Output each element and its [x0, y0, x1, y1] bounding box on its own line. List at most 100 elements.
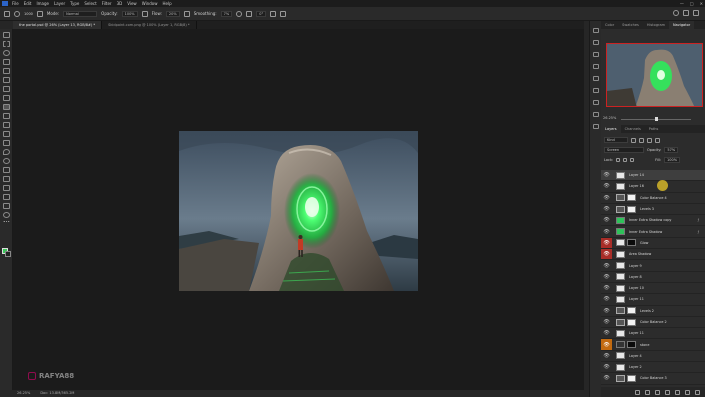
- layer-thumbnail[interactable]: [616, 205, 625, 213]
- new-group-icon[interactable]: [675, 389, 680, 395]
- shape-filter-icon[interactable]: [655, 137, 660, 143]
- layer-mask-thumbnail[interactable]: [627, 239, 636, 247]
- blur-tool-icon[interactable]: [2, 149, 10, 155]
- layer-fill-field[interactable]: 100%: [664, 157, 681, 163]
- visibility-eye-icon[interactable]: 👁: [601, 328, 612, 338]
- visibility-eye-icon[interactable]: 👁: [601, 362, 612, 372]
- adjustment-filter-icon[interactable]: [639, 137, 644, 143]
- menu-type[interactable]: Type: [70, 0, 79, 7]
- visibility-eye-icon[interactable]: 👁: [601, 260, 612, 270]
- layer-thumbnail[interactable]: [616, 250, 625, 258]
- layer-thumbnail[interactable]: [616, 318, 625, 326]
- share-icon[interactable]: [693, 10, 699, 16]
- play-actions-icon[interactable]: [592, 40, 599, 45]
- history-brush-tool-icon[interactable]: [2, 122, 10, 128]
- new-layer-icon[interactable]: [685, 389, 690, 395]
- zoom-slider-handle[interactable]: [655, 117, 658, 121]
- layer-name[interactable]: Layer 10: [629, 286, 644, 290]
- tab-histogram[interactable]: Histogram: [643, 21, 669, 29]
- tab-layers[interactable]: Layers: [601, 125, 621, 133]
- gradient-tool-icon[interactable]: [2, 140, 10, 146]
- layer-name[interactable]: Layer 4: [629, 354, 642, 358]
- visibility-eye-icon[interactable]: 👁: [601, 226, 612, 236]
- quick-select-tool-icon[interactable]: [2, 59, 10, 65]
- adjustments-icon[interactable]: [592, 64, 599, 69]
- menu-filter[interactable]: Filter: [102, 0, 112, 7]
- layer-row[interactable]: 👁 Layer 16: [601, 181, 705, 193]
- layer-opacity-field[interactable]: 57%: [664, 147, 679, 153]
- eraser-tool-icon[interactable]: [2, 131, 10, 137]
- delete-layer-icon[interactable]: [695, 389, 700, 395]
- brush-preset-icon[interactable]: [14, 10, 20, 17]
- layer-row[interactable]: 👁 Layer 10: [601, 283, 705, 295]
- menu-edit[interactable]: Edit: [24, 0, 32, 7]
- layer-thumbnail[interactable]: [616, 171, 625, 179]
- visibility-eye-icon[interactable]: 👁: [601, 306, 612, 316]
- libraries-icon[interactable]: [592, 76, 599, 81]
- pen-tool-icon[interactable]: [2, 167, 10, 173]
- lasso-tool-icon[interactable]: [2, 50, 10, 56]
- layer-comps-icon[interactable]: [592, 124, 599, 129]
- layer-thumbnail[interactable]: [616, 273, 625, 281]
- healing-brush-tool-icon[interactable]: [2, 95, 10, 101]
- menu-help[interactable]: Help: [162, 0, 171, 7]
- frame-tool-icon[interactable]: [2, 77, 10, 83]
- layer-row[interactable]: 👁 Inner Extra Shadow ƒ: [601, 226, 705, 238]
- path-selection-tool-icon[interactable]: [2, 185, 10, 191]
- layer-row[interactable]: 👁 Color Balance 3: [601, 373, 705, 385]
- layer-name[interactable]: Glow: [640, 241, 648, 245]
- layer-mask-thumbnail[interactable]: [627, 307, 636, 315]
- layer-name[interactable]: Layer 16: [629, 184, 644, 188]
- layer-thumbnail[interactable]: [616, 307, 625, 315]
- layer-row[interactable]: 👁 Levels 2: [601, 306, 705, 317]
- layer-name[interactable]: stone: [640, 343, 649, 347]
- background-color-swatch[interactable]: [5, 251, 11, 257]
- visibility-eye-icon[interactable]: 👁: [601, 317, 612, 327]
- layer-name[interactable]: Layer 2: [629, 365, 642, 369]
- layer-name[interactable]: Color Balance 2: [640, 320, 667, 324]
- layer-name[interactable]: Color Balance 4: [640, 196, 667, 200]
- layer-row[interactable]: 👁 Color Balance 4: [601, 193, 705, 204]
- layer-thumbnail[interactable]: [616, 216, 625, 224]
- link-layers-icon[interactable]: [635, 389, 640, 395]
- kind-filter-select[interactable]: Kind: [604, 137, 628, 143]
- minimize-button[interactable]: —: [680, 0, 684, 7]
- menu-select[interactable]: Select: [84, 0, 96, 7]
- layer-row[interactable]: 👁 Levels 3: [601, 204, 705, 216]
- visibility-eye-icon[interactable]: 👁: [601, 283, 612, 293]
- layer-thumbnail[interactable]: [616, 182, 625, 190]
- clone-stamp-tool-icon[interactable]: [2, 113, 10, 119]
- layer-mask-thumbnail[interactable]: [627, 341, 636, 349]
- smoothing-gear-icon[interactable]: [236, 10, 243, 17]
- layer-row[interactable]: 👁 Layer 4: [601, 351, 705, 363]
- layer-style-icon[interactable]: [645, 389, 650, 395]
- menu-view[interactable]: View: [127, 0, 137, 7]
- menu-layer[interactable]: Layer: [54, 0, 65, 7]
- zoom-tool-icon[interactable]: [2, 212, 10, 218]
- tab-swatches[interactable]: Swatches: [618, 21, 643, 29]
- layer-effects-icon[interactable]: ƒ: [698, 218, 699, 222]
- layer-thumbnail[interactable]: [616, 341, 625, 349]
- layer-name[interactable]: Levels 2: [640, 309, 654, 313]
- history-icon[interactable]: [592, 28, 599, 33]
- status-zoom[interactable]: 26.25%: [17, 390, 30, 397]
- visibility-eye-icon[interactable]: 👁: [601, 373, 612, 383]
- properties-icon[interactable]: [592, 52, 599, 57]
- layer-thumbnail[interactable]: [616, 262, 625, 270]
- visibility-eye-icon[interactable]: 👁: [601, 351, 612, 361]
- tab-color[interactable]: Color: [601, 21, 618, 29]
- menu-window[interactable]: Window: [142, 0, 158, 7]
- layer-thumbnail[interactable]: [616, 352, 625, 360]
- layer-name[interactable]: Layer 8: [629, 275, 642, 279]
- pressure-opacity-icon[interactable]: [141, 10, 148, 17]
- layer-effects-icon[interactable]: ƒ: [698, 230, 699, 234]
- maximize-button[interactable]: □: [690, 0, 694, 7]
- layer-row[interactable]: 👁 Area Shadow: [601, 249, 705, 261]
- layer-row[interactable]: 👁 stone: [601, 339, 705, 351]
- lock-pixels-icon[interactable]: [616, 158, 621, 162]
- layer-row[interactable]: 👁 Inner Extra Shadow copy ƒ: [601, 215, 705, 227]
- layer-row[interactable]: 👁 Layer 8: [601, 272, 705, 283]
- type-tool-icon[interactable]: [2, 176, 10, 182]
- flow-field[interactable]: 20%: [165, 10, 180, 17]
- hand-tool-icon[interactable]: [2, 203, 10, 209]
